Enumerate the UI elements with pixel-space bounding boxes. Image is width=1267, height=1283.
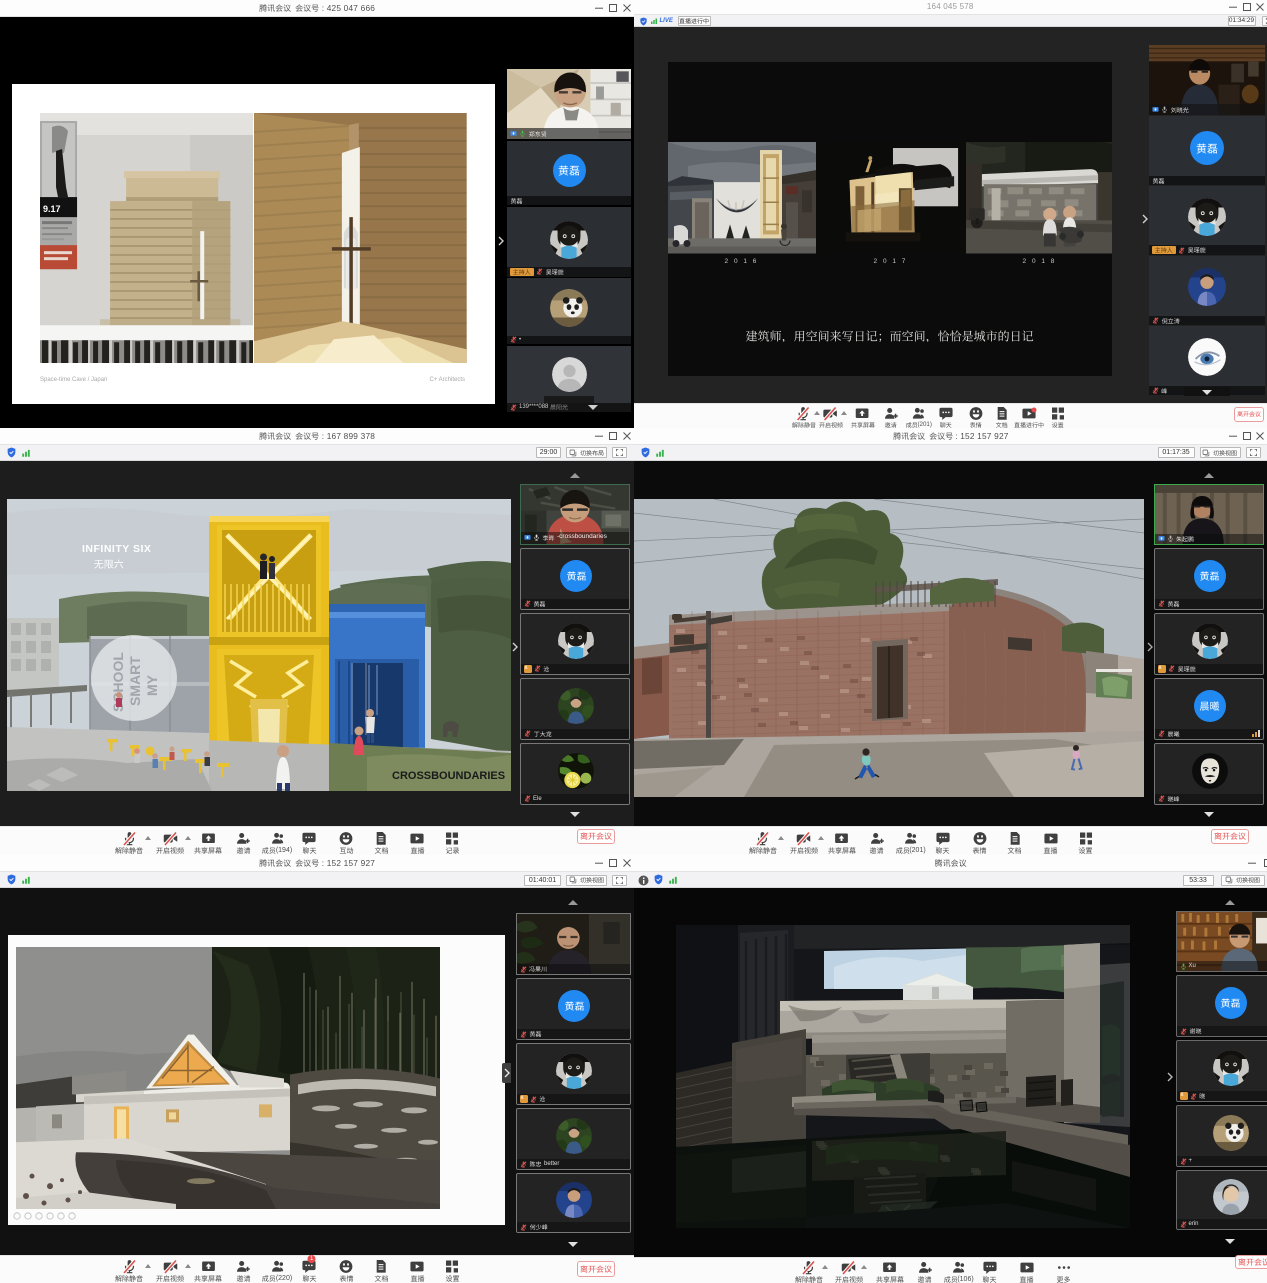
svg-text:MY: MY — [144, 674, 160, 696]
svg-text:9.17: 9.17 — [43, 204, 61, 214]
svg-text:SMART: SMART — [127, 655, 143, 705]
svg-text:CROSSBOUNDARIES: CROSSBOUNDARIES — [392, 770, 505, 782]
